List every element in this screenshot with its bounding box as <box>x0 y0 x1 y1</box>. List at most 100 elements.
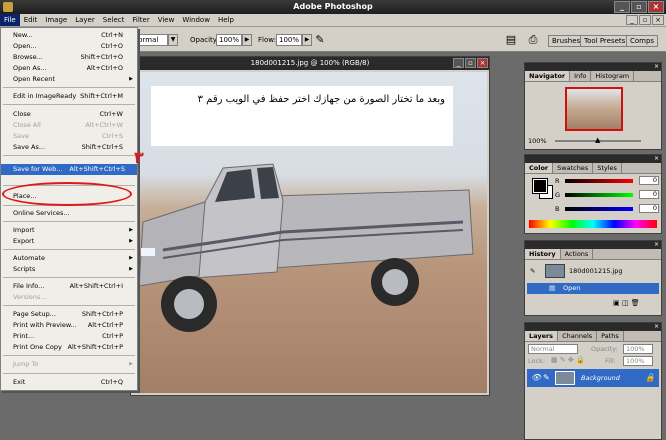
blend-mode-select[interactable]: Normal <box>528 344 578 354</box>
tab-channels[interactable]: Channels <box>558 331 598 341</box>
doc-win-close-icon[interactable]: × <box>477 58 488 68</box>
opacity-input[interactable]: 100% <box>216 34 242 46</box>
channel-b-value[interactable]: 0 <box>639 204 659 213</box>
panel-close-icon[interactable]: × <box>654 155 659 163</box>
menu-filter[interactable]: Filter <box>128 14 153 26</box>
image-canvas[interactable]: وبعد ما تختار الصورة من جهازك اختر حفظ ف… <box>133 72 487 393</box>
tab-swatches[interactable]: Swatches <box>553 163 594 173</box>
foreground-color-swatch[interactable] <box>532 178 548 194</box>
minimize-icon[interactable]: _ <box>614 1 630 13</box>
menu-item-close[interactable]: Close Ctrl+W <box>1 109 137 120</box>
panel-header[interactable]: × <box>525 155 661 163</box>
menu-item-jump-to[interactable]: Jump To ▶ <box>1 359 137 370</box>
panel-header[interactable]: × <box>525 63 661 71</box>
layer-thumbnail <box>555 371 575 385</box>
navigator-preview[interactable] <box>565 87 623 131</box>
menu-image[interactable]: Image <box>41 14 71 26</box>
channel-g-value[interactable]: 0 <box>639 190 659 199</box>
well-tab-comps[interactable]: Comps <box>626 35 659 47</box>
menu-item-save[interactable]: Save Ctrl+S <box>1 131 137 142</box>
history-panel: × History Actions ✎ 180d001215.jpg ▤ Ope… <box>524 240 662 316</box>
close-icon[interactable]: × <box>648 1 664 13</box>
menu-layer[interactable]: Layer <box>71 14 99 26</box>
new-snapshot-icon[interactable]: ◫ <box>622 299 629 307</box>
panel-header[interactable]: × <box>525 241 661 249</box>
menu-item-save-for-web[interactable]: Save for Web... Alt+Shift+Ctrl+S <box>1 164 137 175</box>
doc-minimize-icon[interactable]: _ <box>626 15 638 25</box>
channel-g-slider[interactable] <box>565 193 633 197</box>
doc-restore-icon[interactable]: ▫ <box>639 15 651 25</box>
menu-item-export[interactable]: Export ▶ <box>1 236 137 247</box>
menu-view[interactable]: View <box>154 14 179 26</box>
menu-item-browse[interactable]: Browse... Shift+Ctrl+O <box>1 52 137 63</box>
tab-color[interactable]: Color <box>525 163 554 173</box>
doc-close-icon[interactable]: × <box>652 15 664 25</box>
doc-win-minimize-icon[interactable]: _ <box>453 58 464 68</box>
menu-file[interactable]: File <box>0 14 20 26</box>
menu-item-automate[interactable]: Automate ▶ <box>1 253 137 264</box>
layer-opacity-input[interactable]: 100% <box>623 344 653 354</box>
menu-item-scripts[interactable]: Scripts ▶ <box>1 264 137 275</box>
doc-win-maximize-icon[interactable]: ▫ <box>465 58 476 68</box>
panel-close-icon[interactable]: × <box>654 323 659 331</box>
channel-b-slider[interactable] <box>565 207 633 211</box>
well-tab-tool-presets[interactable]: Tool Presets <box>580 35 630 47</box>
channel-b-label: B <box>555 205 560 213</box>
fill-input[interactable]: 100% <box>623 356 653 366</box>
maximize-icon[interactable]: ▫ <box>631 1 647 13</box>
menu-select[interactable]: Select <box>99 14 129 26</box>
channel-r-value[interactable]: 0 <box>639 176 659 185</box>
menu-item-print[interactable]: Print... Ctrl+P <box>1 331 137 342</box>
menu-item-page-setup[interactable]: Page Setup... Shift+Ctrl+P <box>1 309 137 320</box>
menu-item-import[interactable]: Import ▶ <box>1 225 137 236</box>
printer-icon[interactable]: ⎙ <box>526 33 540 47</box>
tab-histogram[interactable]: Histogram <box>591 71 635 81</box>
panel-close-icon[interactable]: × <box>654 63 659 71</box>
panel-header[interactable]: × <box>525 323 661 331</box>
menu-item-print-with-preview[interactable]: Print with Preview... Alt+Ctrl+P <box>1 320 137 331</box>
tab-layers[interactable]: Layers <box>525 331 559 341</box>
channel-r-slider[interactable] <box>565 179 633 183</box>
menu-separator <box>3 355 135 356</box>
history-step-open[interactable]: ▤ Open <box>527 283 659 294</box>
layer-background[interactable]: 👁 ✎ Background 🔒 <box>527 369 659 387</box>
flow-input[interactable]: 100% <box>276 34 302 46</box>
tab-history[interactable]: History <box>525 249 561 259</box>
tab-actions[interactable]: Actions <box>561 249 594 259</box>
tab-styles[interactable]: Styles <box>593 163 622 173</box>
menu-item-file-info[interactable]: File Info... Alt+Shift+Ctrl+I <box>1 281 137 292</box>
navigator-zoom-value[interactable]: 100% <box>528 137 547 145</box>
menu-item-save-as[interactable]: Save As... Shift+Ctrl+S <box>1 142 137 153</box>
menu-item-close-all[interactable]: Close All Alt+Ctrl+W <box>1 120 137 131</box>
menu-edit[interactable]: Edit <box>20 14 42 26</box>
history-snapshot[interactable]: ✎ 180d001215.jpg <box>527 262 659 280</box>
menu-help[interactable]: Help <box>214 14 238 26</box>
menu-item-new[interactable]: New... Ctrl+N <box>1 30 137 41</box>
menu-item-exit[interactable]: Exit Ctrl+Q <box>1 377 137 388</box>
menu-item-edit-in-imageready[interactable]: Edit in ImageReady Shift+Ctrl+M <box>1 91 137 102</box>
mode-dropdown-icon[interactable]: ▼ <box>168 34 178 46</box>
eye-icon[interactable]: 👁 <box>531 369 541 387</box>
menu-item-open-as[interactable]: Open As... Alt+Ctrl+O <box>1 63 137 74</box>
tab-info[interactable]: Info <box>570 71 592 81</box>
slider-knob-icon[interactable]: ▲ <box>595 136 600 144</box>
menu-item-open[interactable]: Open... Ctrl+O <box>1 41 137 52</box>
palette-well-icon[interactable]: ▤ <box>504 33 518 47</box>
menu-window[interactable]: Window <box>178 14 214 26</box>
tab-paths[interactable]: Paths <box>597 331 624 341</box>
opacity-dropdown-icon[interactable]: ▶ <box>242 34 252 46</box>
menu-item-online-services[interactable]: Online Services... <box>1 208 137 219</box>
document-title-bar[interactable]: 180d001215.jpg @ 100% (RGB/8) _ ▫ × <box>131 57 489 70</box>
menu-item-versions[interactable]: Versions... <box>1 292 137 303</box>
trash-icon[interactable]: 🗑 <box>631 299 640 307</box>
well-tab-brushes[interactable]: Brushes <box>548 35 585 47</box>
flow-dropdown-icon[interactable]: ▶ <box>302 34 312 46</box>
color-spectrum-bar[interactable] <box>529 220 657 228</box>
menu-item-open-recent[interactable]: Open Recent ▶ <box>1 74 137 85</box>
menu-item-print-one-copy[interactable]: Print One Copy Alt+Shift+Ctrl+P <box>1 342 137 353</box>
new-document-icon[interactable]: ▣ <box>613 299 620 307</box>
airbrush-icon[interactable]: ✎ <box>312 32 328 48</box>
tab-navigator[interactable]: Navigator <box>525 71 571 81</box>
panel-close-icon[interactable]: × <box>654 241 659 249</box>
lock-icons[interactable]: ▦ ✎ ✥ 🔒 <box>551 356 585 364</box>
